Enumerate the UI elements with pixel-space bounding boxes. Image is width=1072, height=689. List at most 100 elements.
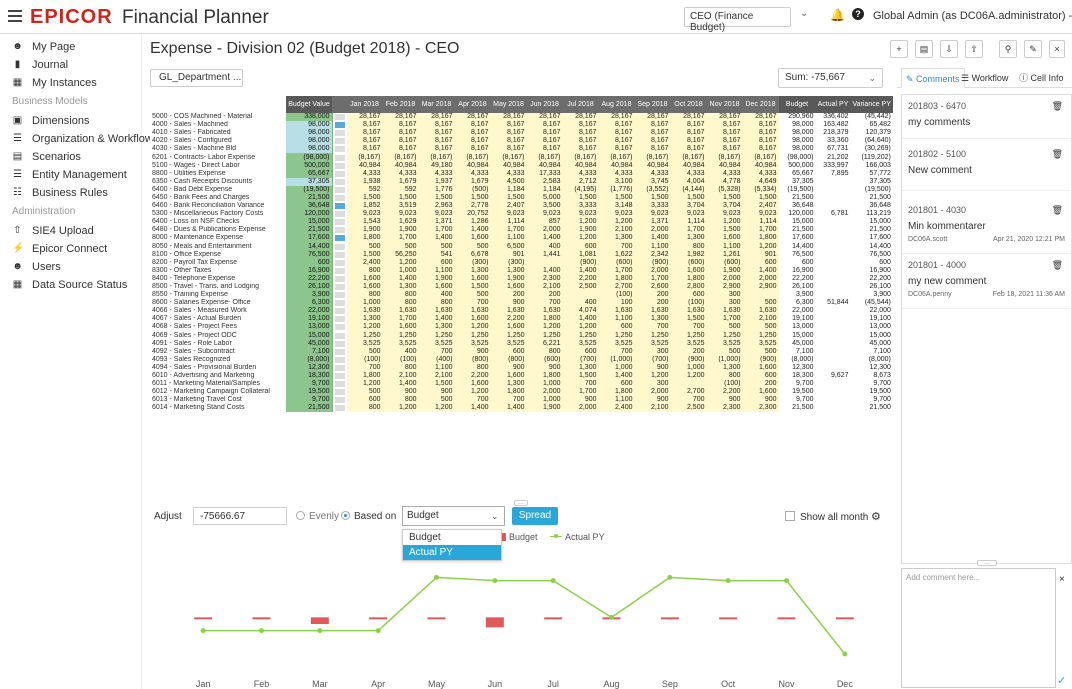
table-row[interactable]: 4066 - Sales - Measured Work 22,000 1,630 1… [150, 307, 893, 316]
month-cell[interactable]: 1,250 [598, 331, 635, 340]
month-cell[interactable]: 1,543 [346, 218, 383, 227]
total-cell[interactable]: 22,200 [850, 274, 893, 283]
add-icon[interactable]: + [890, 40, 908, 58]
comment-marker[interactable] [332, 355, 347, 364]
month-cell[interactable]: 1,937 [418, 177, 455, 186]
month-cell[interactable]: 4,004 [670, 177, 707, 186]
month-cell[interactable]: 1,500 [598, 193, 635, 203]
month-cell[interactable]: 541 [418, 250, 455, 259]
total-cell[interactable] [815, 242, 851, 251]
month-cell[interactable]: (8,167) [418, 153, 455, 162]
month-cell[interactable]: 1,250 [418, 331, 455, 340]
table-row[interactable]: 4069 - Sales - Project ODC 15,000 1,250 1,2… [150, 331, 893, 340]
month-cell[interactable]: 8,167 [490, 137, 527, 146]
total-cell[interactable]: 76,500 [850, 250, 893, 259]
month-cell[interactable]: 800 [418, 299, 455, 308]
month-cell[interactable]: 8,167 [346, 145, 383, 154]
total-cell[interactable]: 26,100 [850, 282, 893, 292]
month-cell[interactable]: 8,167 [706, 145, 743, 154]
total-cell[interactable] [815, 307, 851, 316]
month-cell[interactable]: 2,100 [382, 372, 419, 381]
month-cell[interactable]: (8,167) [670, 153, 707, 162]
total-cell[interactable]: 290,960 [778, 113, 816, 122]
total-cell[interactable]: 3,900 [850, 291, 893, 300]
budget-value-cell[interactable]: 120,000 [286, 210, 333, 219]
table-row[interactable]: 8800 - Utilities Expense 65,667 4,333 4,333… [150, 169, 893, 178]
month-cell[interactable]: 3,525 [634, 339, 671, 348]
month-cell[interactable]: 1,200 [346, 323, 383, 332]
month-cell[interactable]: 28,167 [562, 113, 599, 122]
comment-marker[interactable] [332, 177, 347, 186]
month-cell[interactable]: 1,800 [346, 372, 383, 381]
month-cell[interactable]: 2,900 [742, 282, 779, 292]
month-cell[interactable]: 1,250 [454, 331, 491, 340]
month-cell[interactable]: 1,800 [742, 234, 779, 243]
month-cell[interactable]: 1,250 [346, 331, 383, 340]
month-cell[interactable]: 1,100 [598, 315, 635, 324]
total-cell[interactable] [815, 250, 851, 259]
total-cell[interactable]: 26,100 [778, 282, 816, 292]
month-cell[interactable]: 4,500 [490, 177, 527, 186]
month-cell[interactable]: 8,167 [562, 145, 599, 154]
month-cell[interactable]: 1,500 [670, 315, 707, 324]
month-cell[interactable]: 6,678 [454, 250, 491, 259]
month-cell[interactable]: 2,000 [634, 266, 671, 275]
month-cell[interactable]: 3,525 [490, 339, 527, 348]
total-cell[interactable]: 22,000 [778, 307, 816, 316]
month-cell[interactable]: 8,167 [526, 129, 563, 138]
table-row[interactable]: 8500 - Travel - Trans. and Lodging 26,100… [150, 282, 893, 292]
month-cell[interactable]: (8,167) [634, 153, 671, 162]
month-cell[interactable]: 1,300 [670, 234, 707, 243]
month-cell[interactable]: 1,200 [562, 234, 599, 243]
total-cell[interactable] [815, 363, 851, 372]
month-cell[interactable]: 500 [454, 242, 491, 251]
comment-marker[interactable] [332, 315, 347, 324]
month-cell[interactable]: 1,114 [742, 218, 779, 227]
month-cell[interactable]: 200 [634, 291, 671, 300]
month-cell[interactable]: (5,334) [742, 185, 779, 194]
month-cell[interactable]: 1,300 [598, 234, 635, 243]
month-cell[interactable]: 1,200 [670, 372, 707, 381]
total-cell[interactable]: 15,000 [778, 331, 816, 340]
total-cell[interactable]: 98,000 [778, 145, 816, 154]
month-cell[interactable]: 900 [526, 363, 563, 372]
month-cell[interactable]: 1,300 [634, 315, 671, 324]
total-cell[interactable]: (8,000) [778, 355, 816, 364]
table-row[interactable]: 8300 - Other Taxes 16,900 800 1,000 1,100 1,3… [150, 266, 893, 275]
comment-marker[interactable] [332, 404, 347, 413]
month-cell[interactable]: 3,100 [598, 177, 635, 186]
month-cell[interactable]: 8,167 [418, 145, 455, 154]
total-cell[interactable] [815, 388, 851, 397]
month-cell[interactable]: 1,300 [490, 266, 527, 275]
month-cell[interactable]: 2,712 [562, 177, 599, 186]
comment-marker[interactable] [332, 202, 347, 211]
month-cell[interactable]: 9,023 [562, 210, 599, 219]
month-cell[interactable]: 1,400 [454, 226, 491, 235]
month-cell[interactable]: 100 [598, 299, 635, 308]
month-cell[interactable]: 1,600 [490, 323, 527, 332]
month-cell[interactable]: 8,167 [598, 121, 635, 130]
total-cell[interactable]: 7,895 [815, 169, 851, 178]
month-cell[interactable]: 8,167 [670, 121, 707, 130]
month-cell[interactable]: 500 [742, 347, 779, 356]
dimension-button[interactable]: GL_Department ... [150, 69, 243, 87]
month-cell[interactable]: 1,200 [454, 388, 491, 397]
close-icon[interactable]: × [1059, 574, 1065, 585]
user-menu[interactable]: Global Admin (as DC06A.administrator) - … [873, 10, 1072, 22]
month-cell[interactable]: 2,407 [490, 202, 527, 211]
total-cell[interactable]: 65,667 [778, 169, 816, 178]
budget-value-cell[interactable]: 17,600 [286, 234, 333, 243]
month-cell[interactable]: 600 [742, 372, 779, 381]
month-cell[interactable] [526, 258, 563, 267]
month-cell[interactable]: 8,167 [742, 129, 779, 138]
sidebar-item-journal[interactable]: ▮ Journal [0, 56, 141, 74]
total-cell[interactable]: (19,500) [778, 185, 816, 194]
sidebar-item-scenarios[interactable]: ▤ Scenarios [0, 148, 141, 166]
month-cell[interactable]: 1,700 [418, 226, 455, 235]
comment-marker[interactable] [332, 242, 347, 251]
month-cell[interactable]: 1,400 [562, 315, 599, 324]
month-cell[interactable]: 1,900 [526, 404, 563, 413]
comment-marker[interactable] [332, 145, 347, 154]
budget-value-cell[interactable]: 15,000 [286, 218, 333, 227]
month-cell[interactable]: 8,167 [526, 121, 563, 130]
